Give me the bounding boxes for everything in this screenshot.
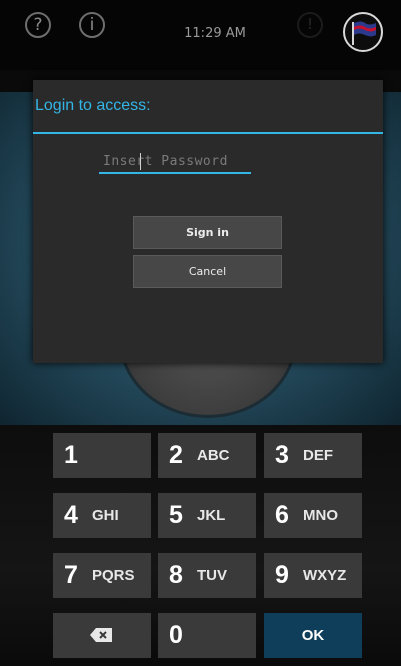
key-digit: 8 (169, 561, 183, 589)
login-screen: ? i 11:29 AM ! Login to access: Sign in … (0, 0, 401, 666)
key-2[interactable]: 2 ABC (158, 433, 256, 478)
backspace-key[interactable] (53, 613, 151, 658)
key-letters: MNO (303, 507, 338, 524)
dialog-divider (33, 132, 383, 134)
key-digit: 7 (64, 561, 78, 589)
key-digit: 3 (275, 441, 289, 469)
key-letters: ABC (197, 447, 230, 464)
key-letters: PQRS (92, 567, 135, 584)
key-4[interactable]: 4 GHI (53, 493, 151, 538)
key-5[interactable]: 5 JKL (158, 493, 256, 538)
alert-icon: ! (297, 12, 323, 38)
numeric-keypad: 1 2 ABC 3 DEF 4 GHI 5 JKL 6 MNO 7 PQRS 8 (0, 425, 401, 666)
key-digit: 0 (169, 621, 183, 649)
key-8[interactable]: 8 TUV (158, 553, 256, 598)
key-7[interactable]: 7 PQRS (53, 553, 151, 598)
dialog-title: Login to access: (35, 97, 151, 114)
key-digit: 5 (169, 501, 183, 529)
sign-in-button[interactable]: Sign in (133, 216, 282, 249)
key-digit: 9 (275, 561, 289, 589)
ok-key[interactable]: OK (264, 613, 362, 658)
flag-icon[interactable] (343, 12, 383, 52)
key-letters: DEF (303, 447, 333, 464)
key-letters: TUV (197, 567, 227, 584)
cancel-button[interactable]: Cancel (133, 255, 282, 288)
key-digit: 2 (169, 441, 183, 469)
key-digit: 1 (64, 441, 78, 469)
text-cursor (140, 153, 141, 170)
status-time: 11:29 AM (184, 26, 246, 41)
status-bar: ? i 11:29 AM ! (0, 0, 401, 70)
password-input[interactable] (99, 150, 251, 174)
key-0[interactable]: 0 (158, 613, 256, 658)
key-digit: 4 (64, 501, 78, 529)
key-letters: WXYZ (303, 567, 347, 584)
backspace-icon (89, 627, 113, 648)
key-letters: GHI (92, 507, 119, 524)
key-6[interactable]: 6 MNO (264, 493, 362, 538)
key-letters: JKL (197, 507, 226, 524)
ok-label: OK (301, 627, 325, 644)
key-1[interactable]: 1 (53, 433, 151, 478)
key-3[interactable]: 3 DEF (264, 433, 362, 478)
key-9[interactable]: 9 WXYZ (264, 553, 362, 598)
key-digit: 6 (275, 501, 289, 529)
